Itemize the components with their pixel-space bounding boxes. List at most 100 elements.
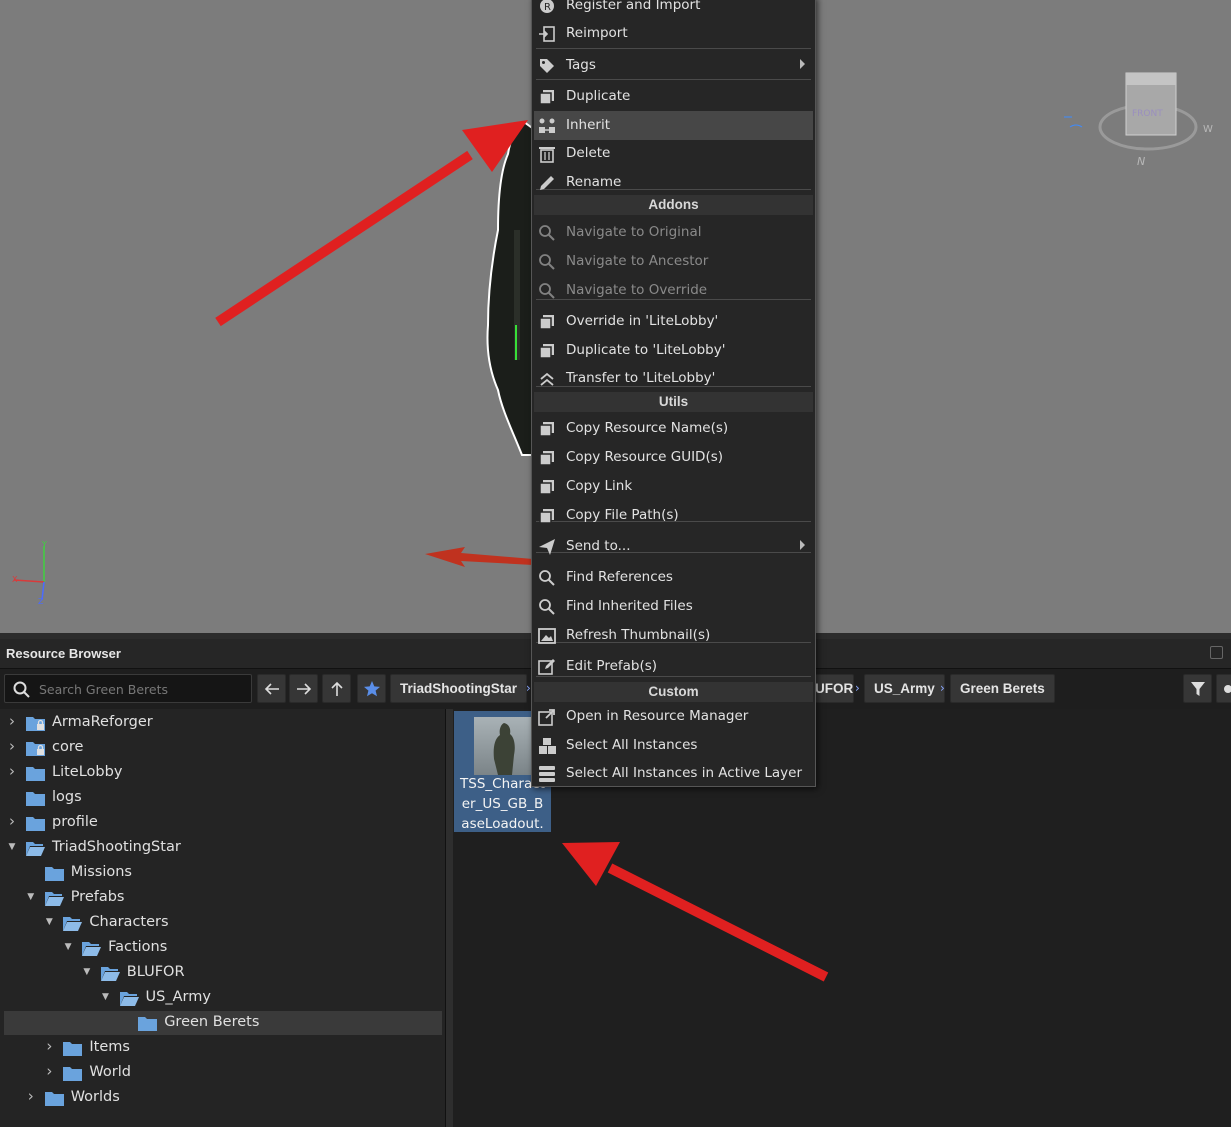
tree-item[interactable]: ▼ US_Army — [4, 986, 442, 1010]
chevron-right-icon[interactable]: › — [6, 737, 18, 755]
folder-icon — [26, 741, 45, 756]
tree-item[interactable]: › core — [4, 736, 442, 760]
menu-item-register-and-import[interactable]: R Register and Import — [534, 0, 813, 20]
menu-item-find-inherited-files[interactable]: Find Inherited Files — [534, 592, 813, 621]
tree-item[interactable]: ▼ BLUFOR — [4, 961, 442, 985]
folder-icon — [44, 1091, 64, 1106]
detach-panel-icon[interactable] — [1210, 646, 1223, 659]
menu-item-delete[interactable]: Delete — [534, 139, 813, 168]
tree-item[interactable]: › Worlds — [4, 1086, 442, 1110]
tree-item[interactable]: ▼ Factions — [4, 936, 442, 960]
tree-item[interactable]: › World — [4, 1061, 442, 1085]
menu-item-override-in-litelobby[interactable]: Override in 'LiteLobby' — [534, 307, 813, 336]
chevron-right-icon[interactable]: › — [43, 1037, 55, 1055]
chevron-right-icon[interactable]: › — [25, 1087, 37, 1105]
menu-item-label: Navigate to Override — [566, 282, 708, 298]
axis-indicator: Y X Z — [12, 540, 47, 605]
up-button[interactable] — [322, 674, 351, 703]
tree-item[interactable]: Missions — [4, 861, 442, 885]
chevron-down-icon[interactable]: ▼ — [43, 917, 55, 931]
breadcrumb-item[interactable]: Green Berets — [950, 674, 1055, 703]
transform-gizmo-x-arrow[interactable] — [425, 545, 535, 575]
chevron-down-icon[interactable]: ▼ — [100, 992, 112, 1006]
tree-splitter[interactable] — [446, 709, 453, 1127]
pencil-icon — [540, 176, 554, 190]
menu-item-select-all-instances[interactable]: Select All Instances — [534, 731, 813, 760]
menu-item-label: Copy Link — [566, 478, 633, 494]
menu-item-send-to[interactable]: Send to... — [534, 532, 813, 561]
menu-item-transfer-to-litelobby[interactable]: Transfer to 'LiteLobby' — [534, 364, 813, 393]
tree-item-label: BLUFOR — [126, 964, 185, 980]
tree-item[interactable]: › ArmaReforger — [4, 711, 442, 735]
menu-item-find-references[interactable]: Find References — [534, 563, 813, 592]
menu-item-label: Tags — [566, 57, 596, 73]
menu-item-copy-file-path-s[interactable]: Copy File Path(s) — [534, 501, 813, 530]
menu-item-reimport[interactable]: Reimport — [534, 19, 813, 48]
cubes-icon — [539, 738, 556, 754]
menu-item-label: Inherit — [566, 117, 610, 133]
folder-icon — [82, 941, 102, 956]
tree-item[interactable]: › LiteLobby — [4, 761, 442, 785]
image-icon — [538, 628, 556, 644]
menu-item-rename[interactable]: Rename — [534, 168, 813, 197]
folder-icon — [26, 716, 45, 731]
reimport-icon — [539, 26, 555, 42]
duplicate-icon — [539, 480, 554, 495]
svg-text:X: X — [12, 575, 18, 584]
view-cube-front-label: FRONT — [1132, 109, 1163, 119]
send-icon — [539, 539, 555, 555]
tree-item[interactable]: Green Berets — [4, 1011, 442, 1035]
folder-tree[interactable]: › ArmaReforger › core › LiteLobby logs › profile… — [0, 709, 446, 1127]
menu-item-navigate-to-ancestor: Navigate to Ancestor — [534, 247, 813, 276]
search-box[interactable] — [4, 674, 252, 703]
menu-item-label: Delete — [566, 145, 611, 161]
chevron-down-icon[interactable]: ▼ — [6, 842, 18, 856]
menu-item-navigate-to-original: Navigate to Original — [534, 218, 813, 247]
chevron-right-icon[interactable]: › — [6, 712, 18, 730]
forward-button[interactable] — [289, 674, 318, 703]
tree-item[interactable]: logs — [4, 786, 442, 810]
menu-item-edit-prefab-s[interactable]: Edit Prefab(s) — [534, 652, 813, 681]
breadcrumb-item[interactable]: TriadShootingStar — [390, 674, 528, 703]
menu-item-label: Override in 'LiteLobby' — [566, 313, 719, 329]
menu-item-copy-resource-guid-s[interactable]: Copy Resource GUID(s) — [534, 443, 813, 472]
back-button[interactable] — [257, 674, 286, 703]
menu-item-inherit[interactable]: Inherit — [534, 111, 813, 140]
tree-item[interactable]: › profile — [4, 811, 442, 835]
tree-item-label: Items — [89, 1039, 130, 1055]
tree-item[interactable]: ▼ Prefabs — [4, 886, 442, 910]
filter-button[interactable] — [1183, 674, 1212, 703]
menu-item-open-in-resource-manager[interactable]: Open in Resource Manager — [534, 702, 813, 731]
tree-item-label: ArmaReforger — [52, 714, 153, 730]
breadcrumb-item[interactable]: US_Army — [864, 674, 945, 703]
chevron-right-icon[interactable]: › — [6, 812, 18, 830]
tree-item[interactable]: ▼ TriadShootingStar — [4, 836, 442, 860]
menu-item-label: Open in Resource Manager — [566, 708, 749, 724]
view-cube[interactable]: FRONT N W — [1060, 65, 1220, 175]
menu-item-copy-resource-name-s[interactable]: Copy Resource Name(s) — [534, 414, 813, 443]
folder-icon — [26, 841, 45, 856]
chevron-down-icon[interactable]: ▼ — [25, 892, 37, 906]
layers-icon — [539, 766, 555, 782]
chevron-down-icon[interactable]: ▼ — [62, 942, 74, 956]
chevron-right-icon[interactable]: › — [6, 762, 18, 780]
favorite-button[interactable] — [357, 674, 386, 703]
tree-item[interactable]: ▼ Characters — [4, 911, 442, 935]
menu-item-duplicate-to-litelobby[interactable]: Duplicate to 'LiteLobby' — [534, 336, 813, 365]
menu-item-select-all-instances-in-active-layer[interactable]: Select All Instances in Active Layer — [534, 759, 813, 788]
settings-button[interactable] — [1216, 674, 1231, 703]
resource-browser-title: Resource Browser — [6, 646, 121, 661]
svg-text:Z: Z — [38, 597, 44, 605]
menu-item-refresh-thumbnail-s[interactable]: Refresh Thumbnail(s) — [534, 621, 813, 650]
chevron-down-icon[interactable]: ▼ — [81, 967, 93, 981]
gear-icon — [1224, 684, 1231, 693]
tree-item[interactable]: › Items — [4, 1036, 442, 1060]
menu-item-copy-link[interactable]: Copy Link — [534, 472, 813, 501]
tree-item-label: Green Berets — [164, 1014, 260, 1030]
search-input[interactable] — [39, 679, 239, 699]
svg-text:N: N — [1137, 155, 1145, 168]
menu-item-duplicate[interactable]: Duplicate — [534, 82, 813, 111]
menu-item-tags[interactable]: Tags — [534, 51, 813, 80]
menu-item-label: Duplicate to 'LiteLobby' — [566, 342, 726, 358]
chevron-right-icon[interactable]: › — [43, 1062, 55, 1080]
